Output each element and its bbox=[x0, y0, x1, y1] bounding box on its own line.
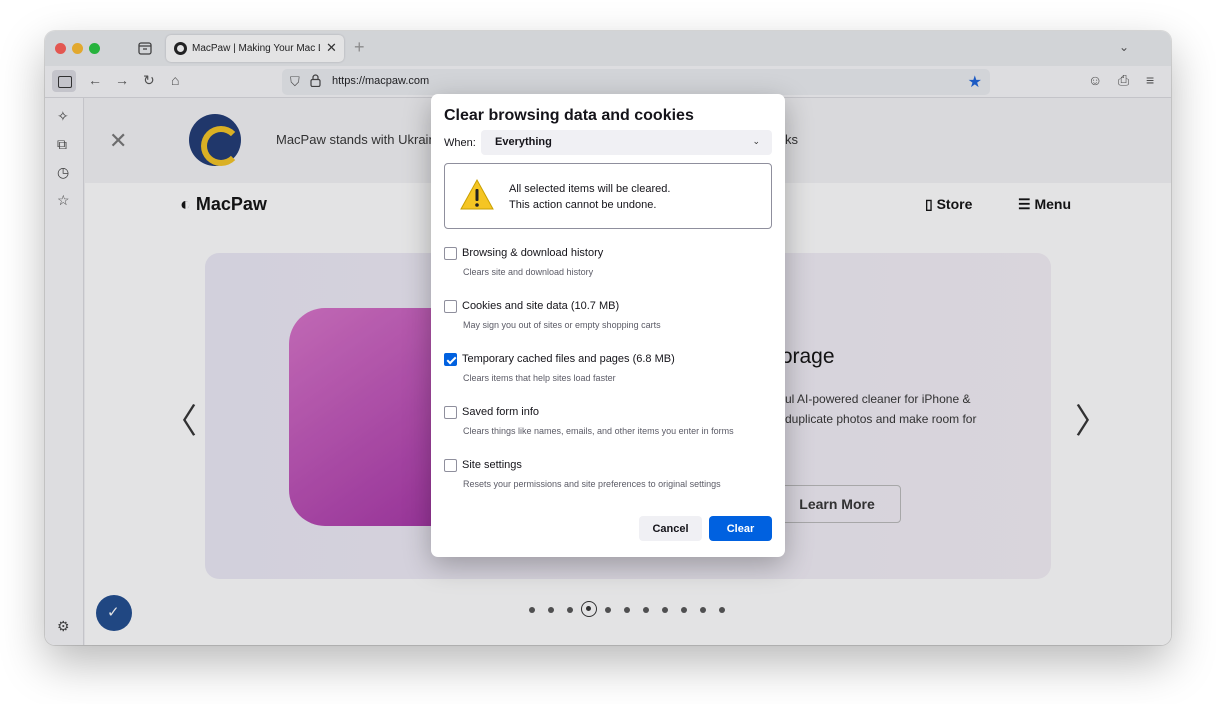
dialog-title: Clear browsing data and cookies bbox=[444, 107, 694, 124]
option-label[interactable]: Cookies and site data (10.7 MB) bbox=[462, 300, 619, 312]
clear-data-dialog: Clear browsing data and cookies When: Ev… bbox=[431, 94, 785, 557]
option-form-info[interactable]: Saved form info Clears things like names… bbox=[444, 406, 772, 450]
option-label[interactable]: Site settings bbox=[462, 459, 522, 471]
checkbox-checked[interactable] bbox=[444, 353, 457, 366]
option-description: Resets your permissions and site prefere… bbox=[463, 479, 721, 489]
clear-button[interactable]: Clear bbox=[709, 516, 772, 541]
option-label[interactable]: Browsing & download history bbox=[462, 247, 603, 259]
option-description: May sign you out of sites or empty shopp… bbox=[463, 320, 661, 330]
option-cache[interactable]: Temporary cached files and pages (6.8 MB… bbox=[444, 353, 772, 397]
warning-box: All selected items will be cleared. This… bbox=[444, 163, 772, 229]
option-cookies[interactable]: Cookies and site data (10.7 MB) May sign… bbox=[444, 300, 772, 344]
option-description: Clears items that help sites load faster bbox=[463, 373, 616, 383]
checkbox[interactable] bbox=[444, 300, 457, 313]
option-label[interactable]: Saved form info bbox=[462, 406, 539, 418]
option-description: Clears site and download history bbox=[463, 267, 594, 277]
time-range-select[interactable]: Everything ⌄ bbox=[481, 130, 772, 155]
warning-line-2: This action cannot be undone. bbox=[509, 199, 657, 211]
option-browsing-history[interactable]: Browsing & download history Clears site … bbox=[444, 247, 772, 291]
cancel-button[interactable]: Cancel bbox=[639, 516, 702, 541]
chevron-down-icon: ⌄ bbox=[752, 136, 760, 146]
option-label[interactable]: Temporary cached files and pages (6.8 MB… bbox=[462, 353, 675, 365]
when-label: When: bbox=[444, 137, 476, 149]
checkbox[interactable] bbox=[444, 247, 457, 260]
checkbox[interactable] bbox=[444, 406, 457, 419]
option-site-settings[interactable]: Site settings Resets your permissions an… bbox=[444, 459, 772, 503]
warning-line-1: All selected items will be cleared. bbox=[509, 183, 671, 195]
time-range-value: Everything bbox=[495, 136, 552, 148]
option-description: Clears things like names, emails, and ot… bbox=[463, 426, 734, 436]
warning-icon bbox=[460, 178, 494, 210]
checkbox[interactable] bbox=[444, 459, 457, 472]
